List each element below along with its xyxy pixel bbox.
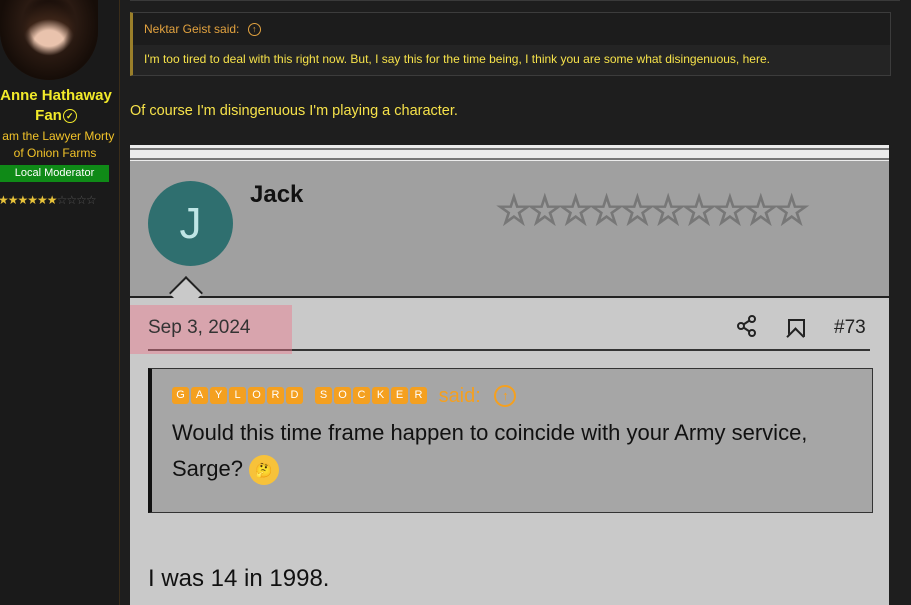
embed-post-header: J Jack ☆☆☆☆☆☆☆☆☆☆	[130, 161, 889, 298]
reply-text: Of course I'm disingenuous I'm playing a…	[130, 103, 458, 119]
author-letter: C	[353, 387, 370, 405]
embed-post-number: #73	[834, 317, 866, 338]
star-empty-icons: ☆☆☆☆	[56, 193, 97, 207]
author-letter: A	[191, 387, 208, 405]
author-letter: E	[391, 387, 408, 405]
embed-quote-header: GAYLORDSOCKER said: ↑	[152, 369, 872, 421]
embedded-screenshot: J Jack ☆☆☆☆☆☆☆☆☆☆ Sep 3, 2024 #73 GAYLOR…	[130, 145, 889, 605]
embed-rating-stars: ☆☆☆☆☆☆☆☆☆☆	[495, 189, 810, 233]
embed-username: Jack	[250, 181, 304, 208]
author-letter: R	[410, 387, 427, 405]
author-letter: S	[315, 387, 332, 405]
embed-date-bar: Sep 3, 2024 #73	[130, 305, 870, 354]
author-letter: K	[372, 387, 389, 405]
username[interactable]: Anne Hathaway Fan ✓	[0, 86, 116, 126]
jump-to-quote-icon[interactable]: ↑	[247, 23, 261, 37]
author-letter: R	[267, 387, 284, 405]
embed-quote-line-1: Would this time frame happen to coincide…	[172, 420, 808, 445]
star-half-icon: ★	[46, 193, 58, 207]
author-letter: L	[229, 387, 246, 405]
user-rating-stars: ★★★★★★☆☆☆☆	[0, 193, 97, 207]
author-letter: O	[248, 387, 265, 405]
bookmark-icon	[788, 319, 805, 337]
embed-avatar: J	[148, 181, 233, 266]
quote-header[interactable]: Nektar Geist said: ↑	[133, 13, 890, 45]
role-badge: Local Moderator	[0, 165, 109, 182]
share-icon	[737, 315, 756, 337]
embed-top-bar	[130, 145, 889, 161]
quote-block: Nektar Geist said: ↑ I'm too tired to de…	[130, 12, 891, 76]
embed-quote-line-2: Sarge? 🤔	[172, 451, 852, 487]
embed-quote-said: said:	[438, 384, 481, 407]
embed-quote-text: Would this time frame happen to coincide…	[152, 415, 872, 487]
verified-icon: ✓	[62, 109, 77, 124]
quote-text: I'm too tired to deal with this right no…	[144, 52, 770, 66]
author-letter: Y	[210, 387, 227, 405]
embed-reply-text: I was 14 in 1998.	[148, 565, 330, 592]
embed-date: Sep 3, 2024	[148, 317, 251, 338]
author-letter: G	[172, 387, 189, 405]
quote-author[interactable]: Nektar Geist said:	[144, 22, 239, 36]
user-sidebar: Anne Hathaway Fan ✓ I am the Lawyer Morty…	[0, 0, 120, 605]
star-full-icons: ★★★★★	[0, 193, 48, 207]
user-title: I am the Lawyer Morty of Onion Farms	[0, 129, 115, 160]
divider	[130, 0, 900, 1]
post-body: Nektar Geist said: ↑ I'm too tired to de…	[120, 0, 911, 605]
avatar[interactable]	[0, 0, 98, 80]
thinking-face-icon: 🤔	[249, 455, 280, 486]
embed-quote-block: GAYLORDSOCKER said: ↑ Would this time fr…	[148, 368, 873, 513]
author-letter: O	[334, 387, 351, 405]
embed-jump-icon: ↑	[494, 384, 517, 407]
author-letter: D	[286, 387, 303, 405]
